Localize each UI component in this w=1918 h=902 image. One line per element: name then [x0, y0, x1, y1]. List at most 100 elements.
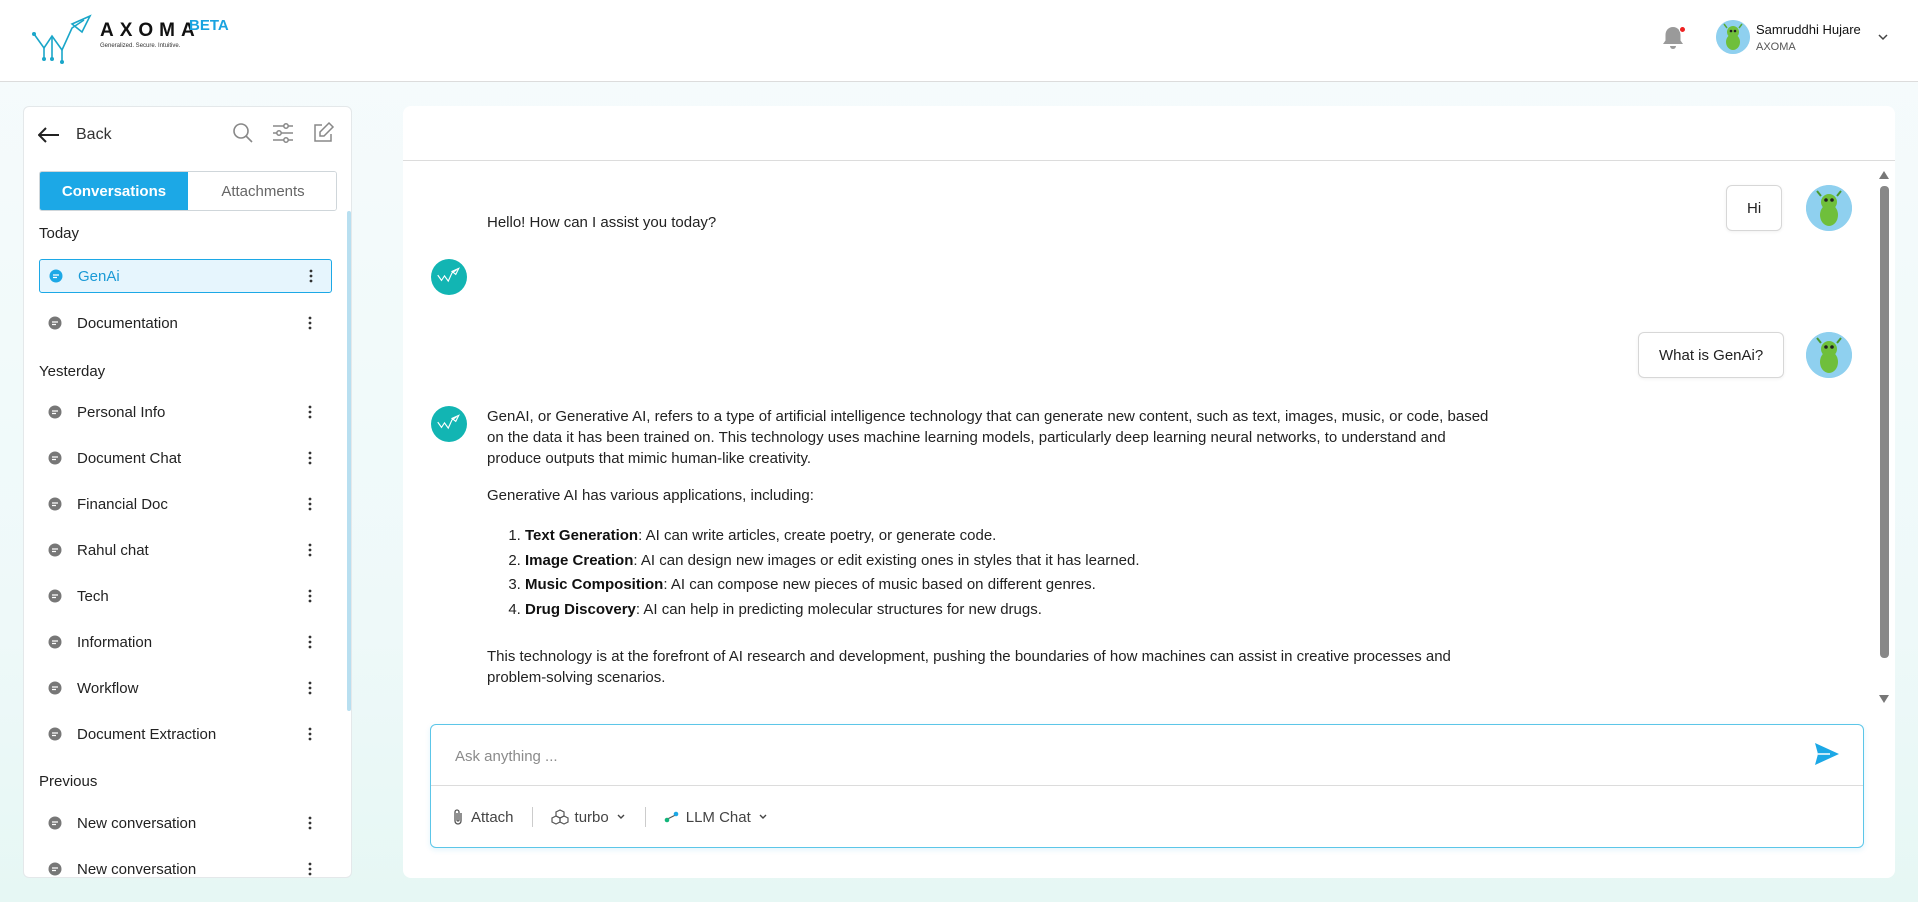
answer-paragraph-line: GenAI, or Generative AI, refers to a typ…: [487, 408, 1489, 425]
answer-paragraph-line: on the data it has been trained on. This…: [487, 429, 1446, 446]
back-button[interactable]: Back: [38, 123, 112, 147]
conversation-label: New conversation: [77, 814, 197, 832]
message-composer: Attach turbo: [430, 724, 1864, 848]
assistant-message: Hello! How can I assist you today?: [487, 214, 717, 231]
scrollbar-thumb[interactable]: [1880, 186, 1889, 658]
conversation-item[interactable]: GenAi: [39, 259, 332, 293]
conversation-item[interactable]: Documentation: [39, 306, 332, 340]
chat-bubble-icon: [48, 543, 62, 557]
chevron-down-icon[interactable]: [1876, 30, 1890, 44]
notification-bell-button[interactable]: [1660, 24, 1686, 52]
more-vertical-icon[interactable]: [307, 315, 313, 331]
chat-mode-label: LLM Chat: [685, 808, 751, 826]
more-vertical-icon[interactable]: [307, 815, 313, 831]
conversation-label: New conversation: [77, 860, 197, 878]
assistant-avatar: [431, 259, 467, 295]
chat-mode-select[interactable]: LLM Chat: [664, 809, 769, 826]
model-select[interactable]: turbo: [550, 808, 627, 826]
conversation-label: Personal Info: [77, 403, 166, 421]
user-avatar: [1806, 332, 1852, 378]
more-vertical-icon[interactable]: [307, 726, 313, 742]
list-item: Drug Discovery: AI can help in predictin…: [525, 598, 1587, 623]
axoma-logo[interactable]: AXOMA Generalized. Secure. Intuitive. BE…: [32, 14, 232, 66]
new-chat-edit-icon[interactable]: [311, 121, 335, 145]
attach-button[interactable]: Attach: [451, 808, 514, 826]
more-vertical-icon[interactable]: [307, 542, 313, 558]
assistant-avatar: [431, 406, 467, 442]
sidebar-tabs: Conversations Attachments: [39, 171, 337, 211]
conversation-label: Document Extraction: [77, 725, 217, 743]
more-vertical-icon[interactable]: [307, 450, 313, 466]
axoma-bot-icon: [437, 414, 460, 430]
conversation-item[interactable]: Financial Doc: [39, 487, 332, 521]
brand-tagline: Generalized. Secure. Intuitive.: [100, 43, 181, 49]
composer-divider: [431, 785, 1863, 786]
conversation-item[interactable]: Document Extraction: [39, 717, 332, 751]
sidebar-scrollbar[interactable]: [347, 211, 351, 711]
conversation-item[interactable]: Information: [39, 625, 332, 659]
chat-bubble-icon: [48, 727, 62, 741]
toolbar-separator: [531, 807, 533, 827]
more-vertical-icon[interactable]: [307, 588, 313, 604]
applications-intro: Generative AI has various applications, …: [487, 487, 814, 504]
tab-attachments[interactable]: Attachments: [188, 172, 336, 210]
conversation-item[interactable]: New conversation: [39, 852, 332, 878]
conversation-label: Rahul chat: [77, 541, 149, 559]
chat-bubble-icon: [48, 316, 62, 330]
model-cubes-icon: [550, 809, 569, 825]
section-today: Today: [39, 225, 80, 242]
answer-paragraph-line: This technology is at the forefront of A…: [487, 648, 1451, 665]
chat-header-divider: [403, 160, 1895, 161]
message-input[interactable]: [455, 743, 1755, 769]
user-avatar: [1806, 185, 1852, 231]
sidebar-toolbar: [231, 121, 335, 145]
conversation-label: Financial Doc: [77, 495, 168, 513]
more-vertical-icon[interactable]: [307, 634, 313, 650]
send-icon[interactable]: [1811, 739, 1841, 769]
app-header: AXOMA Generalized. Secure. Intuitive. BE…: [0, 0, 1918, 82]
filter-sliders-icon[interactable]: [271, 121, 295, 145]
toolbar-separator: [644, 807, 646, 827]
answer-paragraph-line: problem-solving scenarios.: [487, 669, 666, 686]
chat-bubble-icon: [48, 816, 62, 830]
conversation-item[interactable]: New conversation: [39, 806, 332, 840]
scroll-down-arrow-icon[interactable]: [1878, 694, 1890, 704]
more-vertical-icon[interactable]: [307, 680, 313, 696]
chat-panel: Hi Hello! How can I assist you today? Wh…: [403, 106, 1895, 878]
back-label: Back: [76, 126, 112, 143]
more-vertical-icon[interactable]: [307, 496, 313, 512]
conversation-item[interactable]: Personal Info: [39, 395, 332, 429]
llm-nodes-icon: [664, 811, 679, 823]
model-label: turbo: [574, 808, 609, 826]
conversation-item[interactable]: Workflow: [39, 671, 332, 705]
dragon-avatar-icon: [1806, 185, 1852, 231]
chat-bubble-icon: [48, 589, 62, 603]
more-vertical-icon[interactable]: [307, 404, 313, 420]
tab-conversations[interactable]: Conversations: [40, 172, 188, 210]
brand-name: AXOMA: [100, 20, 201, 41]
conversation-sidebar: Back Conversations Attachments Today Gen…: [23, 106, 352, 878]
assistant-message: GenAI, or Generative AI, refers to a typ…: [487, 406, 1587, 688]
user-message-bubble: Hi: [1726, 185, 1783, 231]
conversation-item[interactable]: Document Chat: [39, 441, 332, 475]
conversation-label: Information: [77, 633, 153, 651]
axoma-bot-icon: [437, 267, 460, 283]
section-yesterday: Yesterday: [39, 363, 106, 380]
more-vertical-icon[interactable]: [308, 268, 314, 284]
scroll-up-arrow-icon[interactable]: [1878, 170, 1890, 180]
conversation-label: Document Chat: [77, 449, 182, 467]
chat-bubble-icon: [48, 635, 62, 649]
chat-bubble-icon: [48, 681, 62, 695]
conversation-item[interactable]: Rahul chat: [39, 533, 332, 567]
chat-scrollbar[interactable]: [1877, 168, 1891, 708]
answer-paragraph-line: produce outputs that mimic human-like cr…: [487, 450, 812, 467]
user-avatar: [1716, 20, 1750, 54]
search-icon[interactable]: [231, 121, 255, 145]
user-menu[interactable]: Samruddhi Hujare AXOMA: [1716, 20, 1896, 60]
arrow-left-icon: [38, 127, 59, 143]
conversation-label: Workflow: [77, 679, 139, 697]
more-vertical-icon[interactable]: [307, 861, 313, 877]
section-previous: Previous: [39, 773, 98, 790]
chat-bubble-icon: [48, 405, 62, 419]
conversation-item[interactable]: Tech: [39, 579, 332, 613]
